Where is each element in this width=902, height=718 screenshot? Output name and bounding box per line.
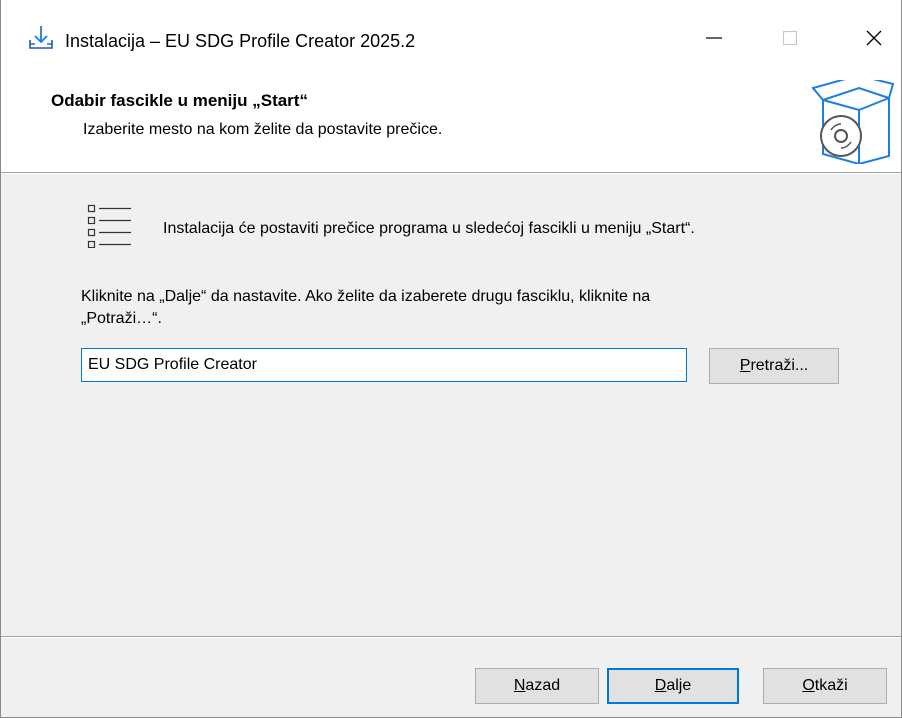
next-label: alje xyxy=(666,677,692,694)
start-menu-folder-input[interactable] xyxy=(81,348,687,382)
browse-accel: P xyxy=(739,357,751,374)
next-button[interactable]: Dalje xyxy=(607,668,739,704)
minimize-button[interactable] xyxy=(691,18,737,58)
window-title: Instalacija – EU SDG Profile Creator 202… xyxy=(65,31,416,51)
cancel-label: tkaži xyxy=(814,677,848,694)
header-divider xyxy=(1,172,901,174)
cancel-button[interactable]: Otkaži xyxy=(763,668,887,704)
browse-button[interactable]: Pretraži... xyxy=(709,348,839,384)
next-accel: D xyxy=(654,677,667,694)
maximize-button[interactable] xyxy=(767,18,813,58)
minimize-icon xyxy=(706,37,722,39)
back-label: azad xyxy=(525,677,561,694)
software-box-cd-icon xyxy=(809,77,895,166)
shortcut-list-icon xyxy=(87,202,133,249)
back-button[interactable]: Nazad xyxy=(475,668,599,704)
shortcut-info-text: Instalacija će postaviti prečice program… xyxy=(163,220,695,237)
footer-divider xyxy=(1,636,901,638)
cancel-accel: O xyxy=(802,677,815,694)
close-icon xyxy=(866,30,882,46)
installer-window: Instalacija – EU SDG Profile Creator 202… xyxy=(0,0,902,718)
instruction-line-1: Kliknite na „Dalje“ da nastavite. Ako že… xyxy=(81,288,651,305)
instruction-line-2: „Potraži…“. xyxy=(81,310,162,327)
page-title: Odabir fascikle u meniju „Start“ xyxy=(51,91,308,110)
close-button[interactable] xyxy=(851,18,897,58)
browse-label: retraži... xyxy=(750,357,809,374)
maximize-icon xyxy=(782,30,798,46)
page-subtitle: Izaberite mesto na kom želite da postavi… xyxy=(83,121,443,138)
title-bar[interactable]: Instalacija – EU SDG Profile Creator 202… xyxy=(1,0,901,80)
header-panel: Odabir fascikle u meniju „Start“ Izaberi… xyxy=(1,77,901,172)
back-accel: N xyxy=(513,677,526,694)
instruction-text: Kliknite na „Dalje“ da nastavite. Ako že… xyxy=(81,286,821,330)
install-download-icon xyxy=(27,24,55,52)
